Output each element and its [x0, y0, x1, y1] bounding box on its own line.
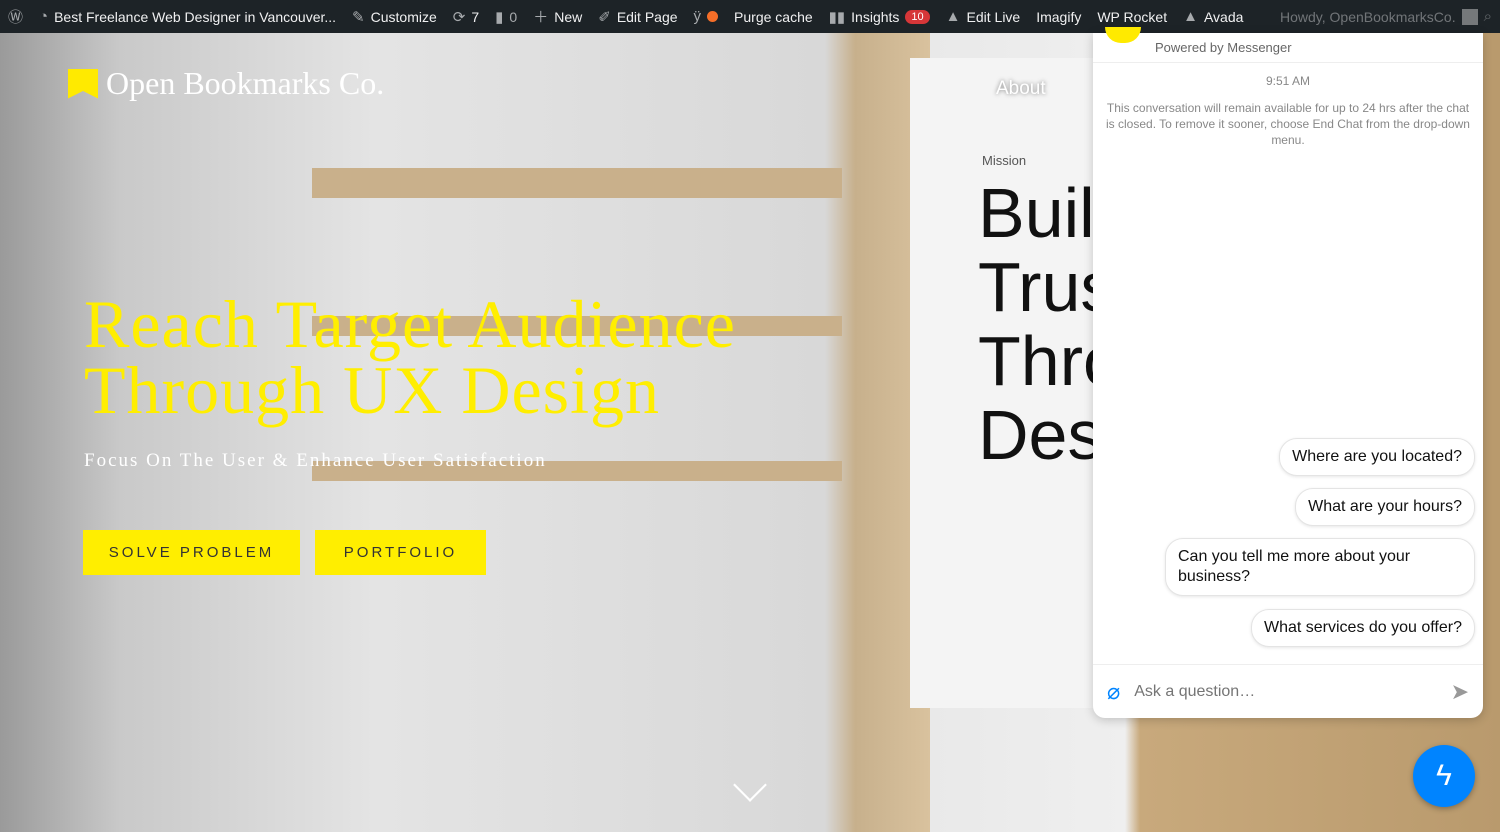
- logo-text: Open Bookmarks Co.: [106, 65, 385, 101]
- updates-count: 7: [471, 8, 480, 25]
- quick-reply-services[interactable]: What services do you offer?: [1250, 609, 1475, 647]
- updates-link[interactable]: ⟳ 7: [445, 0, 487, 33]
- customize-label: Customize: [370, 8, 437, 25]
- bookmark-icon: [68, 68, 98, 99]
- about-heading: Buil Trus Thro Des: [978, 176, 1098, 472]
- heading-line: Des: [978, 396, 1098, 472]
- chat-input[interactable]: [1134, 682, 1437, 701]
- messenger-launcher-button[interactable]: ϟ: [1413, 745, 1475, 807]
- wordpress-icon: Ⓦ: [8, 9, 24, 26]
- yoast-icon: ÿ: [693, 8, 702, 25]
- hero-subtitle: Focus On The User & Enhance User Satisfa…: [84, 450, 547, 471]
- purge-label: Purge cache: [734, 8, 813, 25]
- shelf: [312, 168, 842, 198]
- heading-line: Thro: [978, 322, 1098, 400]
- insights-label: Insights: [851, 8, 900, 25]
- comment-icon: ▮: [495, 8, 504, 26]
- pencil-icon: ✐: [598, 8, 611, 26]
- new-label: New: [554, 8, 583, 25]
- insights-link[interactable]: ▮▮ Insights 10: [821, 0, 938, 33]
- chat-header: Powered by Messenger: [1093, 27, 1483, 63]
- quick-reply-business[interactable]: Can you tell me more about your business…: [1165, 538, 1475, 596]
- howdy-label: Howdy, OpenBookmarksCo.: [1280, 8, 1456, 25]
- chat-composer: ⌀ ➤: [1093, 664, 1483, 718]
- avatar: [1461, 8, 1478, 25]
- site-name-link[interactable]: ◔ Best Freelance Web Designer in Vancouve…: [31, 0, 344, 33]
- avada-label: Avada: [1203, 8, 1244, 25]
- new-link[interactable]: ＋ New: [525, 0, 590, 33]
- comments-link[interactable]: ▮ 0: [487, 0, 525, 33]
- attachment-icon[interactable]: ⌀: [1107, 679, 1120, 705]
- chat-timestamp: 9:51 AM: [1265, 74, 1311, 88]
- yoast-link[interactable]: ÿ: [686, 0, 727, 33]
- edit-live-link[interactable]: ▲ Edit Live: [938, 0, 1029, 33]
- quick-reply-location[interactable]: Where are you located?: [1279, 438, 1475, 476]
- about-panel: About Mission Buil Trus Thro Des: [910, 58, 1100, 708]
- chat-notice: This conversation will remain available …: [1106, 101, 1470, 147]
- brush-icon: ✎: [352, 8, 365, 26]
- imagify-label: Imagify: [1036, 8, 1082, 25]
- customize-link[interactable]: ✎ Customize: [344, 0, 445, 33]
- imagify-link[interactable]: Imagify: [1028, 0, 1089, 33]
- avada-icon: ▲: [1183, 8, 1198, 25]
- search-icon[interactable]: ⌕: [1484, 8, 1492, 25]
- purge-cache-link[interactable]: Purge cache: [726, 0, 821, 33]
- seo-status-dot: [707, 11, 719, 22]
- solve-problem-button[interactable]: SOLVE PROBLEM: [83, 530, 300, 575]
- refresh-icon: ⟳: [452, 8, 466, 26]
- howdy-account[interactable]: Howdy, OpenBookmarksCo. ⌕: [1272, 0, 1500, 33]
- powered-by: Powered by Messenger: [1155, 40, 1292, 55]
- comments-count: 0: [509, 8, 518, 25]
- quick-reply-hours[interactable]: What are your hours?: [1295, 488, 1475, 526]
- edit-page-label: Edit Page: [616, 8, 678, 25]
- messenger-icon: ϟ: [1436, 759, 1452, 792]
- plus-icon: ＋: [533, 9, 549, 26]
- heading-line: Buil: [978, 176, 1095, 252]
- edit-live-label: Edit Live: [966, 8, 1021, 25]
- avada-link[interactable]: ▲ Avada: [1175, 0, 1251, 33]
- title-line: Through UX Design: [84, 352, 661, 428]
- brand-logo: [1105, 27, 1141, 43]
- scroll-down-chevron-icon[interactable]: [733, 768, 767, 802]
- about-title: About: [996, 78, 1046, 99]
- portfolio-button[interactable]: PORTFOLIO: [315, 530, 486, 575]
- site-name: Best Freelance Web Designer in Vancouver…: [54, 8, 337, 25]
- mission-label: Mission: [982, 153, 1027, 168]
- avada-icon: ▲: [945, 8, 961, 25]
- wp-admin-bar: Ⓦ ◔ Best Freelance Web Designer in Vancou…: [0, 0, 1500, 33]
- edit-page-link[interactable]: ✐ Edit Page: [590, 0, 685, 33]
- wordpress-logo-button[interactable]: Ⓦ: [0, 0, 31, 33]
- dashboard-icon: ◔: [39, 8, 49, 25]
- heading-line: Trus: [978, 248, 1098, 326]
- site-logo[interactable]: Open Bookmarks Co.: [68, 65, 384, 102]
- messenger-chat-panel: Powered by Messenger 9:51 AM This conver…: [1093, 27, 1483, 718]
- send-icon[interactable]: ➤: [1451, 679, 1469, 705]
- insights-badge: 10: [905, 9, 930, 24]
- hero-title: Reach Target Audience Through UX Design: [84, 286, 736, 428]
- title-line: Reach Target Audience: [84, 286, 736, 362]
- wp-rocket-label: WP Rocket: [1097, 8, 1168, 25]
- bar-chart-icon: ▮▮: [828, 8, 846, 26]
